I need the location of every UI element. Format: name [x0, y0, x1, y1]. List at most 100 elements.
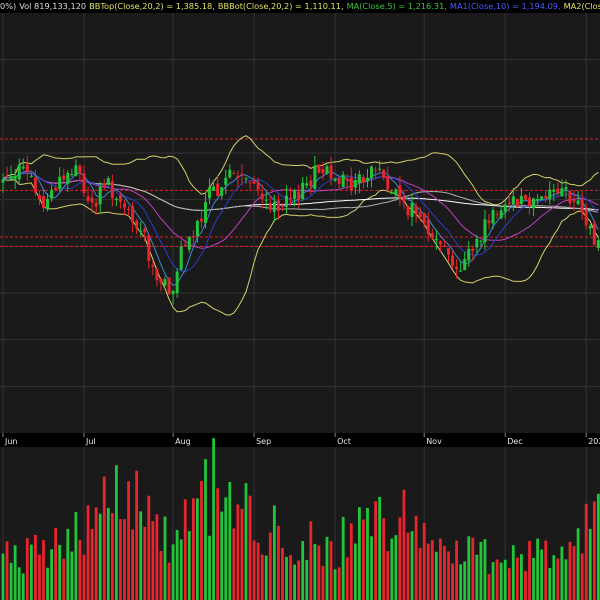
candle-body — [268, 202, 272, 210]
candle-body — [183, 244, 187, 247]
candle-body — [329, 165, 333, 179]
volume-bar — [264, 555, 268, 600]
candle-body — [317, 164, 321, 173]
candle-body — [37, 195, 41, 200]
volume-bar — [479, 541, 483, 600]
candle-body — [159, 278, 163, 283]
volume-bar — [507, 568, 511, 600]
volume-bar — [439, 538, 442, 600]
volume-bar — [390, 538, 394, 600]
candle-body — [321, 168, 325, 174]
volume-bar — [301, 541, 305, 600]
candle-body — [576, 200, 580, 205]
candle-body — [276, 200, 280, 211]
volume-bar — [592, 501, 596, 600]
volume-bar — [289, 555, 292, 600]
volume-bar — [293, 564, 296, 600]
candle-body — [532, 198, 536, 209]
x-tick-label: 2025 — [588, 437, 600, 446]
candle-body — [357, 174, 361, 184]
candle-body — [536, 198, 540, 201]
candle-body — [118, 195, 122, 202]
candle-body — [135, 220, 139, 229]
volume-bar — [540, 549, 544, 600]
candle-body — [208, 187, 212, 199]
volume-bar — [70, 551, 74, 600]
volume-bar — [353, 543, 357, 600]
candle-body — [592, 223, 596, 245]
candle-body — [426, 219, 430, 235]
stock-chart[interactable]: Jun Jul Aug Sep Oct Nov Dec 2025 — [0, 0, 600, 600]
candle-body — [556, 188, 560, 194]
candle-body — [78, 165, 82, 173]
volume-bar — [495, 559, 499, 600]
volume-bar — [576, 528, 580, 600]
volume-bar — [341, 516, 345, 600]
candle-body — [1, 179, 5, 183]
candle-body — [345, 178, 349, 181]
volume-bar — [374, 501, 377, 600]
volume-bar — [127, 481, 130, 600]
volume-bar — [564, 559, 568, 600]
volume-bar — [515, 557, 519, 600]
candle-body — [333, 178, 337, 181]
volume-bar — [345, 557, 349, 600]
candle-body — [361, 177, 365, 183]
volume-bar — [29, 544, 33, 600]
volume-bar — [216, 488, 220, 600]
candle-body — [341, 174, 345, 187]
candle-body — [163, 279, 167, 286]
candle-body — [272, 201, 276, 212]
candle-body — [86, 196, 90, 202]
volume-bar — [131, 529, 134, 600]
candle-body — [297, 191, 301, 201]
candle-body — [191, 235, 195, 237]
candle-body — [224, 177, 228, 185]
volume-bar — [78, 540, 82, 600]
candle-body — [98, 186, 102, 205]
volume-bar — [321, 565, 325, 600]
candle-body — [179, 246, 183, 270]
volume-bar — [362, 519, 365, 600]
candle-body — [519, 195, 523, 204]
candle-body — [74, 165, 78, 176]
volume-bar — [50, 549, 53, 600]
volume-bar — [248, 495, 252, 600]
candle-body — [402, 196, 406, 203]
candle-body — [390, 192, 394, 194]
volume-bar — [580, 553, 584, 600]
candle-body — [499, 210, 503, 219]
candle-body — [187, 237, 191, 250]
volume-bar — [520, 554, 523, 600]
candle-body — [337, 178, 341, 184]
volume-bar — [414, 515, 418, 600]
volume-bar — [183, 499, 187, 600]
volume-bar — [82, 554, 86, 600]
volume-bar — [106, 507, 110, 600]
volume-bar — [232, 528, 236, 600]
volume-bar — [503, 559, 507, 600]
volume-bar — [21, 573, 25, 600]
candle-body — [447, 247, 450, 255]
candle-body — [451, 255, 455, 266]
candle-body — [289, 197, 293, 199]
volume-bar — [317, 545, 321, 600]
volume-bar — [511, 545, 515, 600]
volume-bar — [268, 532, 272, 600]
candle-body — [204, 201, 207, 224]
candle-body — [232, 173, 236, 175]
candle-body — [434, 238, 438, 241]
volume-bar — [191, 498, 195, 600]
volume-bar — [208, 535, 211, 600]
volume-bar — [13, 545, 17, 600]
volume-bar — [90, 529, 94, 600]
candle-body — [475, 238, 479, 248]
volume-bar — [544, 540, 548, 600]
volume-bar — [297, 560, 301, 600]
candle-body — [560, 188, 564, 197]
candle-body — [17, 164, 21, 180]
volume-bar — [74, 512, 78, 600]
candle-body — [293, 190, 297, 199]
volume-bar — [252, 540, 256, 600]
volume-bar — [443, 545, 446, 600]
